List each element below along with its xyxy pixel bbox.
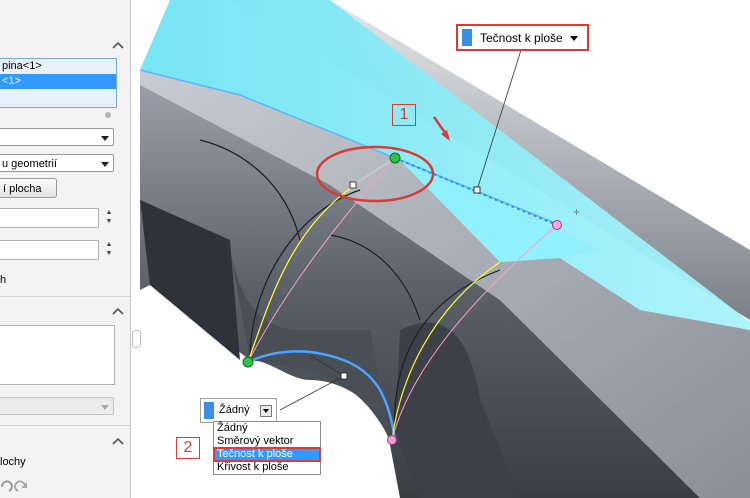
option-direction-vector[interactable]: Směrový vektor [214, 435, 320, 448]
callout-2: 2 [176, 437, 200, 459]
point-pink-top [552, 220, 562, 230]
combo-1[interactable] [0, 128, 114, 146]
tangent-label[interactable]: Tečnost k ploše [456, 24, 589, 51]
end-condition-dropdown[interactable]: Žádný [200, 398, 277, 423]
option-none[interactable]: Žádný [214, 422, 320, 435]
list-item[interactable]: pina<1> [0, 59, 116, 74]
chevron-down-icon[interactable] [260, 405, 272, 417]
end-condition-value: Žádný [219, 404, 250, 416]
option-tangent-to-face[interactable]: Tečnost k ploše [213, 447, 321, 462]
undo-icon[interactable] [0, 478, 14, 494]
chevron-up-icon[interactable] [112, 40, 124, 50]
spin-arrows-1[interactable]: ▲ ▼ [104, 208, 114, 228]
chevron-up-icon[interactable] [112, 436, 124, 446]
property-manager-panel: pina<1> <1> u geometrií í plocha ▲ ▼ ▲ ▼ h… [0, 0, 131, 498]
spin-field-1[interactable] [0, 208, 99, 228]
color-swatch [204, 402, 214, 419]
option-curvature-to-face[interactable]: Křivost k ploše [214, 461, 320, 474]
chevron-down-icon[interactable] [570, 36, 578, 41]
notes-area[interactable] [0, 325, 115, 385]
list-item[interactable]: <1> [0, 74, 116, 89]
surface-button[interactable]: í plocha [0, 178, 57, 198]
selection-list[interactable]: pina<1> <1> [0, 58, 117, 108]
spin-field-2[interactable] [0, 240, 99, 260]
point-green-top [389, 152, 401, 164]
point-pink-bottom [387, 435, 397, 445]
combo-2[interactable]: u geometrií [0, 154, 114, 172]
chevron-up-icon[interactable] [112, 306, 124, 316]
faces-label: lochy [0, 456, 26, 468]
option-label: h [0, 274, 7, 286]
add-point-icon: + [573, 205, 580, 219]
redo-icon[interactable] [13, 478, 29, 494]
color-swatch [462, 29, 472, 46]
callout-1: 1 [392, 104, 416, 126]
scroll-dot [105, 112, 111, 118]
end-condition-options: Žádný Směrový vektor Tečnost k ploše Kři… [213, 421, 321, 475]
panel-resize-handle[interactable] [132, 330, 141, 348]
spin-arrows-2[interactable]: ▲ ▼ [104, 240, 114, 260]
divider [0, 425, 130, 426]
tangent-label-text: Tečnost k ploše [480, 31, 563, 45]
point-green-bottom [242, 356, 254, 368]
divider [0, 296, 130, 297]
combo-disabled [0, 397, 114, 415]
